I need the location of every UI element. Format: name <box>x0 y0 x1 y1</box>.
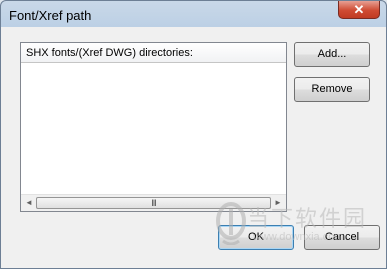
add-button[interactable]: Add... <box>294 42 370 67</box>
remove-button[interactable]: Remove <box>294 77 370 102</box>
close-button[interactable]: ✕ <box>338 1 380 19</box>
list-header-label: SHX fonts/(Xref DWG) directories: <box>26 47 193 59</box>
title-bar[interactable]: Font/Xref path ✕ <box>1 1 386 28</box>
scrollbar-grip: III <box>151 198 156 208</box>
dialog-client-area: SHX fonts/(Xref DWG) directories: ◄ III … <box>8 28 380 263</box>
scrollbar-thumb[interactable]: III <box>36 197 271 209</box>
cancel-button[interactable]: Cancel <box>304 225 380 250</box>
dialog-window: Font/Xref path ✕ SHX fonts/(Xref DWG) di… <box>0 0 387 269</box>
arrow-left-icon[interactable]: ◄ <box>23 197 35 209</box>
horizontal-scrollbar[interactable]: ◄ III ► <box>21 194 286 211</box>
close-icon: ✕ <box>353 2 365 17</box>
window-title: Font/Xref path <box>9 8 92 23</box>
arrow-right-icon[interactable]: ► <box>272 197 284 209</box>
ok-button[interactable]: OK <box>218 225 294 250</box>
list-column-header[interactable]: SHX fonts/(Xref DWG) directories: <box>21 43 286 63</box>
directories-listbox[interactable]: SHX fonts/(Xref DWG) directories: ◄ III … <box>20 42 287 212</box>
